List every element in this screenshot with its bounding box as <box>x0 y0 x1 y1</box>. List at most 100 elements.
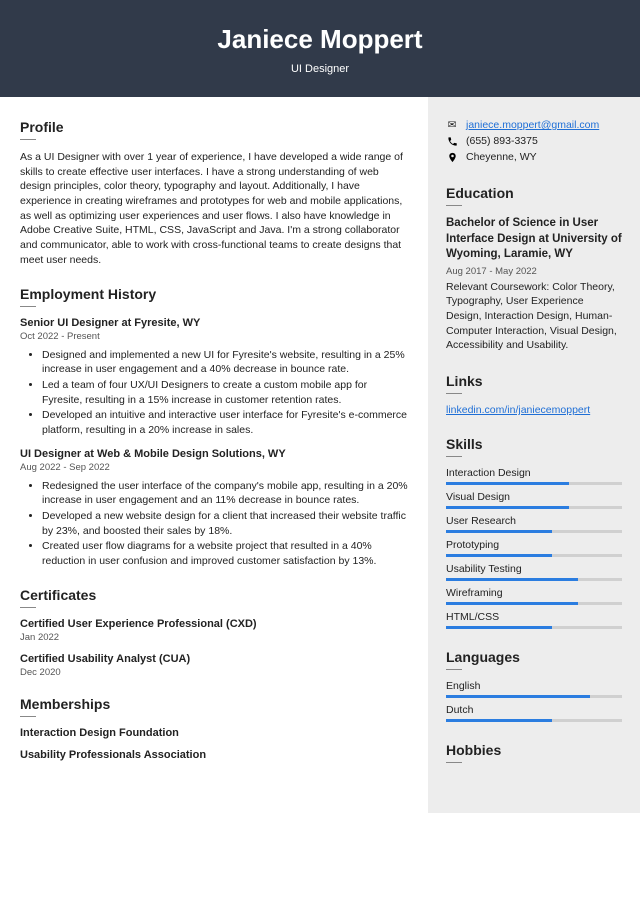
memberships-section: Memberships Interaction Design Foundatio… <box>20 696 410 761</box>
certificates-section: Certificates Certified User Experience P… <box>20 587 410 678</box>
language-name: English <box>446 680 622 692</box>
language-name: Dutch <box>446 704 622 716</box>
skill-fill <box>446 506 569 509</box>
skill-name: Usability Testing <box>446 563 622 575</box>
skill-row: Visual Design <box>446 491 622 509</box>
person-title: UI Designer <box>0 63 640 75</box>
job-entry: UI Designer at Web & Mobile Design Solut… <box>20 448 410 569</box>
underline <box>446 456 462 457</box>
hobbies-heading: Hobbies <box>446 742 622 758</box>
language-row: English <box>446 680 622 698</box>
underline <box>20 139 36 140</box>
underline <box>20 607 36 608</box>
bullet: Created user flow diagrams for a website… <box>42 539 410 568</box>
skill-row: Usability Testing <box>446 563 622 581</box>
contact-email-row: ✉ janiece.moppert@gmail.com <box>446 119 622 131</box>
skill-fill <box>446 554 552 557</box>
language-fill <box>446 695 590 698</box>
language-fill <box>446 719 552 722</box>
skill-name: HTML/CSS <box>446 611 622 623</box>
certificate-title: Certified Usability Analyst (CUA) <box>20 653 410 665</box>
skills-section: Skills Interaction Design Visual Design Us… <box>446 436 622 629</box>
job-entry: Senior UI Designer at Fyresite, WY Oct 20… <box>20 317 410 438</box>
profile-section: Profile As a UI Designer with over 1 yea… <box>20 119 410 268</box>
contact-location-row: Cheyenne, WY <box>446 151 622 163</box>
job-dates: Aug 2022 - Sep 2022 <box>20 462 410 473</box>
language-bar <box>446 719 622 722</box>
membership-item: Usability Professionals Association <box>20 749 410 761</box>
envelope-icon: ✉ <box>446 119 458 131</box>
skill-bar <box>446 602 622 605</box>
skill-fill <box>446 578 578 581</box>
skill-row: HTML/CSS <box>446 611 622 629</box>
membership-item: Interaction Design Foundation <box>20 727 410 739</box>
underline <box>446 762 462 763</box>
phone-text: (655) 893-3375 <box>466 135 538 147</box>
bullet: Developed an intuitive and interactive u… <box>42 408 410 437</box>
email-link[interactable]: janiece.moppert@gmail.com <box>466 119 599 131</box>
underline <box>20 306 36 307</box>
underline <box>446 205 462 206</box>
certificate-title: Certified User Experience Professional (… <box>20 618 410 630</box>
person-name: Janiece Moppert <box>0 24 640 55</box>
education-heading: Education <box>446 185 622 201</box>
job-bullets: Redesigned the user interface of the com… <box>20 479 410 569</box>
skill-name: User Research <box>446 515 622 527</box>
location-icon <box>446 152 458 163</box>
job-title: UI Designer at Web & Mobile Design Solut… <box>20 448 410 460</box>
certificate-date: Jan 2022 <box>20 632 410 643</box>
links-section: Links linkedin.com/in/janiecemoppert <box>446 373 622 416</box>
skill-name: Wireframing <box>446 587 622 599</box>
skill-bar <box>446 626 622 629</box>
underline <box>446 393 462 394</box>
skill-bar <box>446 506 622 509</box>
employment-section: Employment History Senior UI Designer at… <box>20 286 410 569</box>
bullet: Led a team of four UX/UI Designers to cr… <box>42 378 410 407</box>
skill-fill <box>446 602 578 605</box>
profile-text: As a UI Designer with over 1 year of exp… <box>20 150 410 268</box>
job-dates: Oct 2022 - Present <box>20 331 410 342</box>
skill-name: Interaction Design <box>446 467 622 479</box>
bullet: Redesigned the user interface of the com… <box>42 479 410 508</box>
skill-name: Visual Design <box>446 491 622 503</box>
education-dates: Aug 2017 - May 2022 <box>446 266 622 277</box>
employment-heading: Employment History <box>20 286 410 302</box>
skill-fill <box>446 482 569 485</box>
location-text: Cheyenne, WY <box>466 151 537 163</box>
certificates-heading: Certificates <box>20 587 410 603</box>
skill-bar <box>446 578 622 581</box>
profile-link[interactable]: linkedin.com/in/janiecemoppert <box>446 404 590 416</box>
skill-row: Interaction Design <box>446 467 622 485</box>
phone-icon <box>446 136 458 147</box>
profile-heading: Profile <box>20 119 410 135</box>
underline <box>446 669 462 670</box>
skill-bar <box>446 530 622 533</box>
languages-heading: Languages <box>446 649 622 665</box>
header: Janiece Moppert UI Designer <box>0 0 640 97</box>
languages-section: Languages English Dutch <box>446 649 622 722</box>
underline <box>20 716 36 717</box>
memberships-heading: Memberships <box>20 696 410 712</box>
sidebar: ✉ janiece.moppert@gmail.com (655) 893-33… <box>428 97 640 813</box>
education-desc: Relevant Coursework: Color Theory, Typog… <box>446 280 622 353</box>
skills-heading: Skills <box>446 436 622 452</box>
hobbies-section: Hobbies <box>446 742 622 763</box>
language-bar <box>446 695 622 698</box>
main-column: Profile As a UI Designer with over 1 yea… <box>0 97 428 813</box>
job-title: Senior UI Designer at Fyresite, WY <box>20 317 410 329</box>
language-row: Dutch <box>446 704 622 722</box>
education-section: Education Bachelor of Science in User In… <box>446 185 622 353</box>
education-degree: Bachelor of Science in User Interface De… <box>446 216 622 263</box>
links-heading: Links <box>446 373 622 389</box>
job-bullets: Designed and implemented a new UI for Fy… <box>20 348 410 438</box>
skill-name: Prototyping <box>446 539 622 551</box>
skill-row: Wireframing <box>446 587 622 605</box>
skill-fill <box>446 626 552 629</box>
certificate-date: Dec 2020 <box>20 667 410 678</box>
skill-bar <box>446 554 622 557</box>
contact-section: ✉ janiece.moppert@gmail.com (655) 893-33… <box>446 119 622 163</box>
skill-fill <box>446 530 552 533</box>
skill-row: User Research <box>446 515 622 533</box>
contact-phone-row: (655) 893-3375 <box>446 135 622 147</box>
skill-row: Prototyping <box>446 539 622 557</box>
